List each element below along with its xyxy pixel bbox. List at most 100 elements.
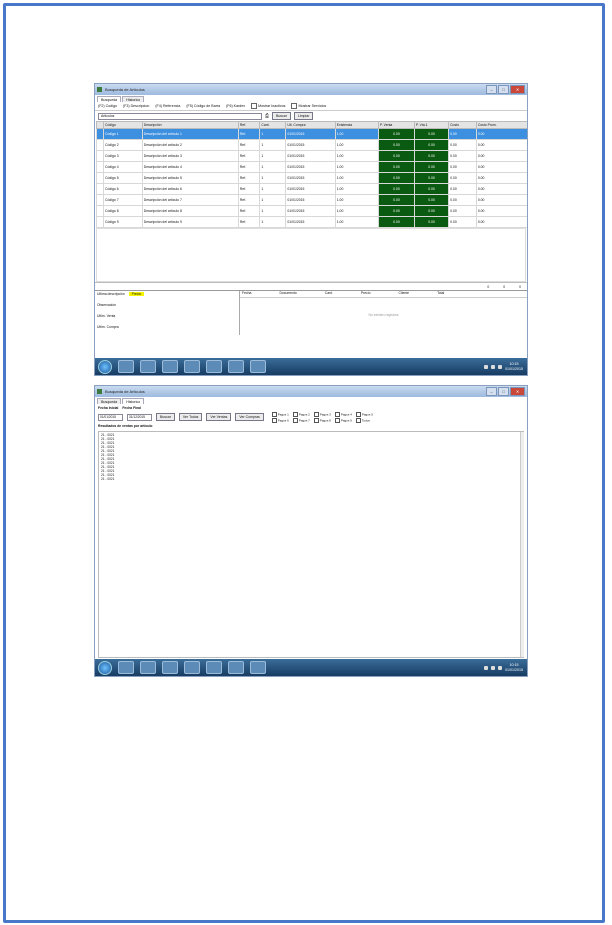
table-cell: 0.00 [475, 216, 527, 228]
taskbar-app-icon[interactable] [228, 360, 244, 373]
table-cell: Código 1 [103, 128, 143, 140]
taskbar-app-icon[interactable] [118, 360, 134, 373]
column-header[interactable] [95, 121, 105, 129]
table-row[interactable]: Código 1 Descripción del artículo 1 Ref. 1 0… [95, 128, 527, 140]
search-input[interactable]: Articulos [98, 112, 262, 120]
table-row[interactable]: Código 9 Descripción del artículo 9 Ref. 1 0… [95, 216, 527, 228]
taskbar-app-icon[interactable] [206, 360, 222, 373]
checkbox-pagos-2[interactable]: Pagos 2 [293, 412, 310, 417]
taskbar-app-icon[interactable] [250, 661, 266, 674]
search-button[interactable]: Buscar [272, 112, 291, 120]
table-row[interactable]: Código 3 Descripción del artículo 3 Ref. 1 0… [95, 150, 527, 162]
filter-codigo-barra[interactable]: (F5) Código de Barra [186, 104, 220, 108]
checkbox-pagos-8[interactable]: Pagos 8 [314, 418, 331, 423]
checkbox-pagos-9[interactable]: Pagos 9 [335, 418, 352, 423]
table-cell: 0.00 [377, 216, 415, 228]
column-header[interactable]: Ref. [237, 121, 261, 129]
taskbar-app-icon[interactable] [206, 661, 222, 674]
column-header[interactable]: P. Venta [377, 121, 415, 129]
minimize-icon[interactable]: – [486, 387, 497, 396]
tray-icon[interactable] [484, 665, 488, 670]
table-cell: Descripción del artículo 4 [141, 161, 239, 173]
table-row[interactable]: Código 6 Descripción del artículo 6 Ref. 1 0… [95, 183, 527, 195]
vertical-scrollbar[interactable] [520, 432, 524, 657]
taskbar-app-icon[interactable] [228, 661, 244, 674]
tray-icon[interactable] [484, 364, 488, 369]
view-purchases-button[interactable]: Ver Compras [235, 413, 264, 421]
view-all-button[interactable]: Ver Todos [178, 413, 203, 421]
taskbar-app-icon[interactable] [140, 360, 156, 373]
taskbar-app-icon[interactable] [162, 360, 178, 373]
table-row[interactable]: Código 4 Descripción del artículo 4 Ref. 1 0… [95, 161, 527, 173]
checkbox-pagos-6[interactable]: Pagos 6 [272, 418, 289, 423]
taskbar-app-icon[interactable] [184, 360, 200, 373]
date-from-input[interactable]: 01/01/2015 [98, 413, 123, 421]
tray-icon[interactable] [498, 364, 502, 369]
tab-historico[interactable]: Historico [122, 398, 145, 404]
filter-descripcion[interactable]: (F3) Descripcion [123, 104, 149, 108]
date-to-input[interactable]: 31/12/2015 [127, 413, 152, 421]
tray-icon[interactable] [498, 665, 502, 670]
taskbar-app-icon[interactable] [140, 661, 156, 674]
clock[interactable]: 10:15 01/01/2015 [505, 663, 523, 672]
table-cell: 0.00 [475, 139, 527, 151]
column-header[interactable]: Descripción [141, 121, 239, 129]
maximize-icon[interactable]: □ [498, 387, 509, 396]
checkbox-pagos-4[interactable]: Pagos 4 [335, 412, 352, 417]
history-list[interactable]: 21 - 0021 21 - 0021 21 - 0021 21 - 0021 21 -… [98, 431, 524, 658]
taskbar-app-icon[interactable] [184, 661, 200, 674]
view-sales-button[interactable]: Ver Ventas [206, 413, 232, 421]
table-cell: 1 [259, 172, 287, 184]
column-header[interactable]: Costo [448, 121, 477, 129]
col-documento: Documento [279, 291, 297, 295]
tray-icon[interactable] [491, 665, 495, 670]
taskbar-app-icon[interactable] [118, 661, 134, 674]
checkbox-pagos-1[interactable]: Pagos 1 [272, 412, 289, 417]
column-header[interactable]: Cant. [259, 121, 287, 129]
table-cell: Ref. [237, 128, 261, 140]
history-window-screenshot: Busqueda de Articulos – □ ✕ Busqueda His… [94, 385, 528, 677]
tray-icon[interactable] [491, 364, 495, 369]
column-header[interactable]: Costo Prom. [475, 121, 527, 129]
taskbar-app-icon[interactable] [250, 360, 266, 373]
list-item[interactable]: 21 - 0021 [101, 477, 521, 481]
search-button[interactable]: Buscar [156, 413, 175, 421]
close-icon[interactable]: ✕ [510, 387, 525, 396]
checkbox-pagos-5[interactable]: Pagos 5 [356, 412, 373, 417]
show-inactive-checkbox[interactable]: Mostrar Inactivos [251, 103, 285, 109]
minimize-icon[interactable]: – [486, 85, 497, 94]
taskbar-app-icon[interactable] [162, 661, 178, 674]
column-header[interactable]: Existencia [334, 121, 379, 129]
maximize-icon[interactable]: □ [498, 85, 509, 94]
column-header[interactable]: P. Vta.1 [413, 121, 450, 129]
filter-kardex[interactable]: (F6) Kardex [226, 104, 245, 108]
table-row[interactable]: Código 8 Descripción del artículo 8 Ref. 1 0… [95, 205, 527, 217]
filter-codigo[interactable]: (F2) Codigo [98, 104, 117, 108]
table-cell: 0.00 [448, 128, 477, 140]
table-cell: Ref. [237, 172, 261, 184]
table-cell: Código 7 [103, 194, 143, 206]
tab-historico[interactable]: Historico [122, 96, 145, 102]
tab-busqueda[interactable]: Busqueda [97, 398, 122, 404]
clear-button[interactable]: Limpiar [293, 112, 314, 120]
detail-panel: Ultima descripción Precio Observación Ul… [95, 291, 240, 335]
checkbox-pagos-7[interactable]: Pagos 7 [293, 418, 310, 423]
row-marker [95, 205, 105, 217]
table-row[interactable]: Código 5 Descripción del artículo 5 Ref. 1 0… [95, 172, 527, 184]
tab-busqueda[interactable]: Busqueda [97, 96, 122, 102]
checkbox-pagos-3[interactable]: Pagos 3 [314, 412, 331, 417]
checkbox-todos[interactable]: Todos [356, 418, 373, 423]
close-icon[interactable]: ✕ [510, 85, 525, 94]
table-row[interactable]: Código 2 Descripción del artículo 2 Ref. 1 0… [95, 139, 527, 151]
table-cell: Ref. [237, 216, 261, 228]
filter-referencia[interactable]: (F4) Referencia [155, 104, 180, 108]
printer-icon[interactable]: ⎙ [265, 113, 269, 119]
table-row[interactable]: Código 7 Descripción del artículo 7 Ref. 1 0… [95, 194, 527, 206]
column-header[interactable]: Código [103, 121, 143, 129]
show-services-checkbox[interactable]: Mostrar Servicios [291, 103, 326, 109]
start-button[interactable] [98, 660, 112, 675]
start-button[interactable] [98, 359, 112, 374]
clock[interactable]: 10:15 01/01/2015 [505, 362, 523, 371]
table-cell: 0.00 [475, 161, 527, 173]
column-header[interactable]: Ult. Compra [285, 121, 336, 129]
